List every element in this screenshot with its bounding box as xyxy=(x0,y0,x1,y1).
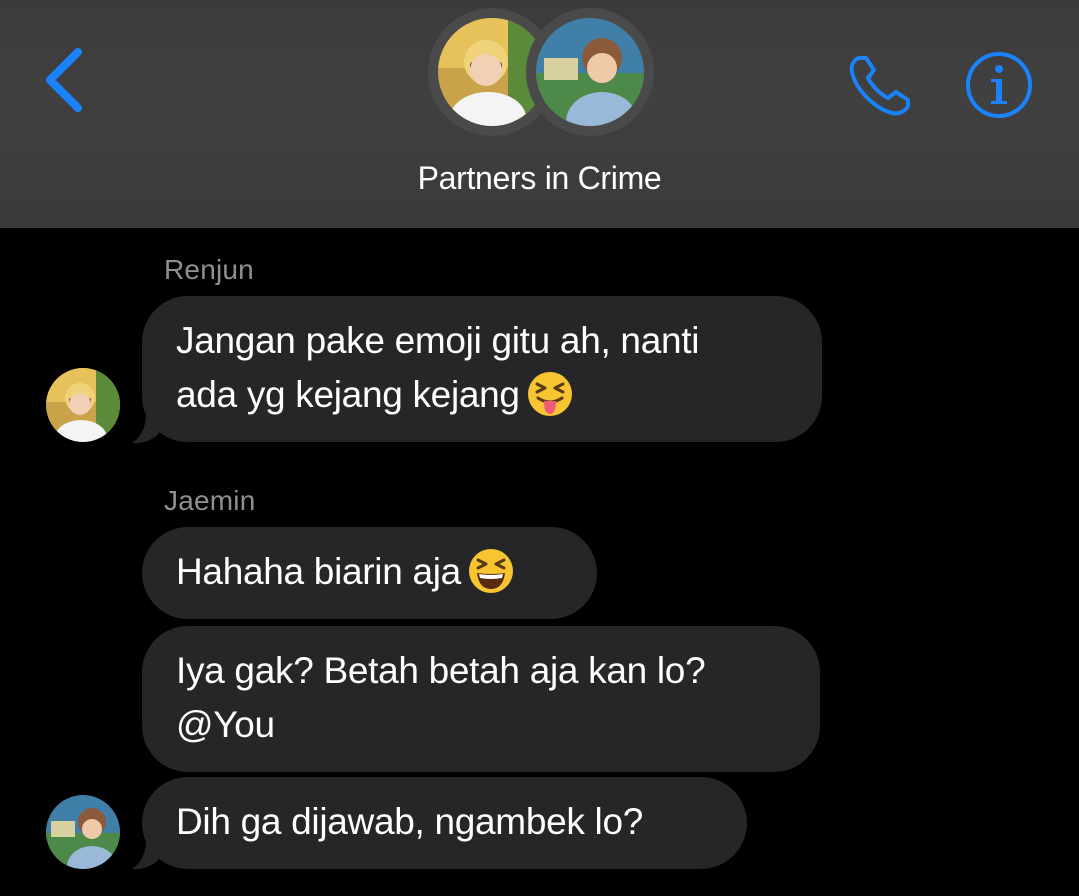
conversation-header: Partners in Crime xyxy=(0,0,1079,228)
message-line: Hahaha biarin aja xyxy=(176,545,563,599)
phone-icon xyxy=(849,56,910,116)
message-bubble[interactable]: Dih ga dijawab, ngambek lo? xyxy=(142,777,747,869)
back-button[interactable] xyxy=(40,44,90,114)
message-line: Jangan pake emoji gitu ah, nanti xyxy=(176,320,700,361)
info-icon xyxy=(966,52,1032,118)
info-button[interactable] xyxy=(964,50,1034,120)
group-name[interactable]: Partners in Crime xyxy=(0,160,1079,197)
message-bubble[interactable]: Jangan pake emoji gitu ah, nanti ada yg … xyxy=(142,296,822,442)
avatar-jaemin xyxy=(526,8,654,136)
sender-name-jaemin: Jaemin xyxy=(164,485,256,516)
message-bubble[interactable]: Iya gak? Betah betah aja kan lo? @You xyxy=(142,626,820,772)
sender-avatar-jaemin[interactable] xyxy=(46,795,120,869)
group-avatars[interactable] xyxy=(428,8,654,138)
message-line: ada yg kejang kejang xyxy=(176,368,788,422)
chevron-left-icon xyxy=(46,48,82,112)
message-line: Iya gak? Betah betah aja kan lo? xyxy=(176,650,706,691)
call-button[interactable] xyxy=(846,50,916,120)
sender-name-renjun: Renjun xyxy=(164,254,254,285)
message-text: Hahaha biarin aja xyxy=(176,551,461,592)
grinning-squinting-face-icon xyxy=(468,549,513,594)
message-text: ada yg kejang kejang xyxy=(176,374,520,415)
message-line: @You xyxy=(176,704,275,745)
squinting-tongue-face-icon xyxy=(527,372,572,417)
message-bubble[interactable]: Hahaha biarin aja xyxy=(142,527,597,619)
message-line: Dih ga dijawab, ngambek lo? xyxy=(176,801,644,842)
sender-avatar-renjun[interactable] xyxy=(46,368,120,442)
